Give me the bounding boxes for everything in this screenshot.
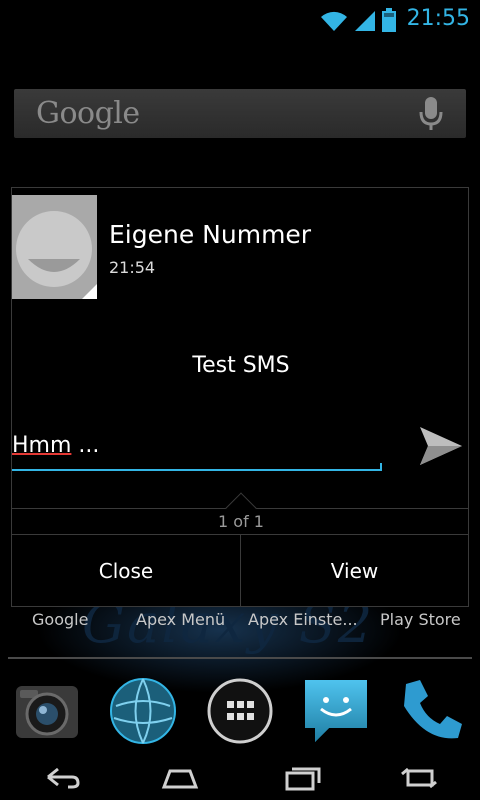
home-label-apex-settings[interactable]: Apex Einste... (248, 610, 358, 629)
messaging-icon[interactable] (301, 676, 371, 746)
home-icon[interactable] (160, 765, 200, 791)
sms-popup-dialog: Eigene Nummer 21:54 Test SMS Hmm ... 1 o… (11, 187, 469, 607)
sender-name: Eigene Nummer (109, 220, 312, 249)
status-bar: 21:55 (0, 0, 480, 38)
home-label-apex-menu[interactable]: Apex Menü (136, 610, 225, 629)
contact-avatar[interactable] (12, 195, 97, 299)
phone-icon[interactable] (396, 676, 466, 746)
camera-icon[interactable] (12, 676, 82, 746)
send-icon[interactable] (418, 423, 464, 469)
wifi-icon (321, 11, 347, 31)
app-drawer-icon[interactable] (205, 676, 275, 746)
rotate-icon[interactable] (400, 765, 440, 791)
reply-input-underline (12, 463, 382, 471)
dock-separator (8, 657, 472, 659)
back-icon[interactable] (42, 765, 82, 791)
battery-icon (382, 8, 396, 32)
home-label-google[interactable]: Google (32, 610, 88, 629)
recent-apps-icon[interactable] (283, 765, 323, 791)
reply-input[interactable]: Hmm ... (12, 433, 99, 458)
close-button[interactable]: Close (12, 535, 240, 607)
view-button[interactable]: View (241, 535, 468, 607)
home-label-play-store[interactable]: Play Store (380, 610, 461, 629)
reply-text-suffix: ... (71, 433, 100, 458)
mic-icon[interactable] (418, 97, 444, 131)
status-time: 21:55 (406, 6, 470, 31)
navigation-bar (0, 755, 480, 800)
google-logo: Google (36, 96, 140, 131)
browser-globe-icon[interactable] (108, 676, 178, 746)
signal-icon (355, 11, 375, 31)
message-body: Test SMS (192, 353, 290, 378)
contact-placeholder-icon (12, 195, 97, 299)
pager-indicator: 1 of 1 (218, 512, 264, 531)
google-search-bar[interactable]: Google (14, 89, 466, 138)
reply-text: Hmm (12, 433, 72, 458)
message-time: 21:54 (109, 258, 156, 277)
